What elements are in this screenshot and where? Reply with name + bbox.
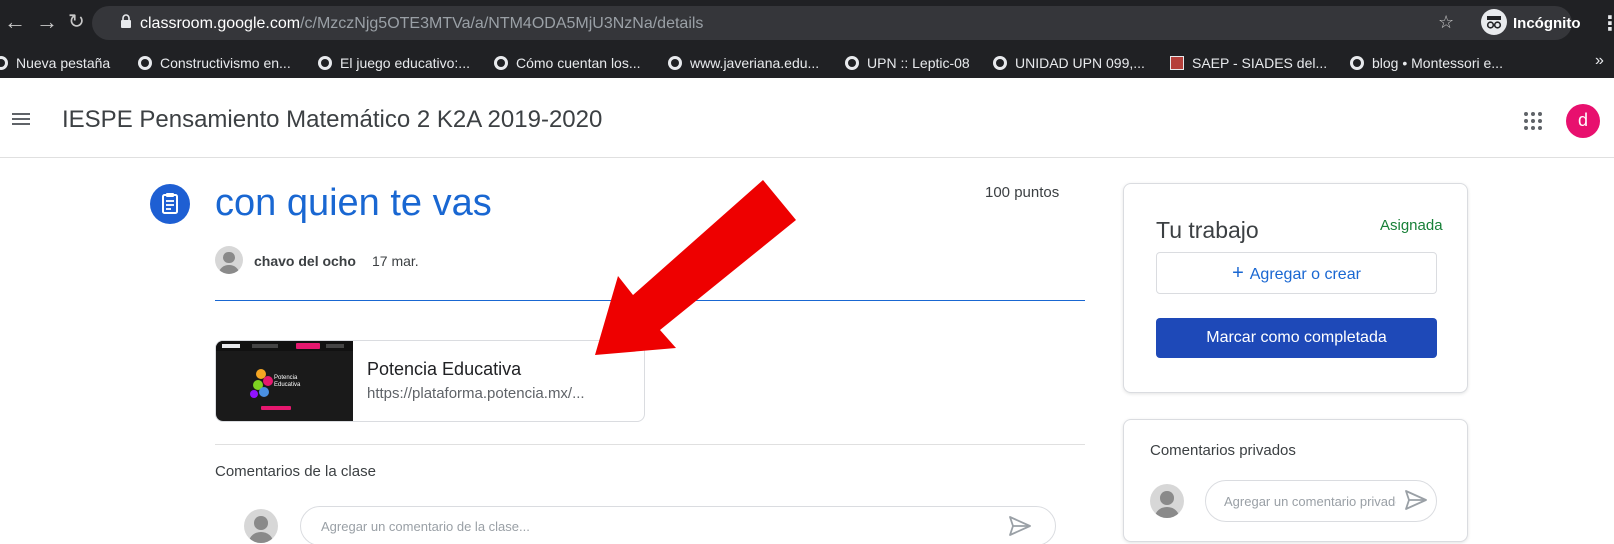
bookmark-item[interactable]: UPN :: Leptic-08 — [845, 54, 970, 71]
author-name: chavo del ocho — [254, 253, 356, 269]
forward-icon[interactable]: → — [36, 10, 58, 34]
globe-icon — [138, 56, 152, 70]
bookmark-item[interactable]: www.javeriana.edu... — [668, 54, 819, 71]
globe-icon — [0, 56, 8, 70]
globe-icon — [993, 56, 1007, 70]
incognito-label[interactable]: Incógnito — [1513, 15, 1581, 32]
add-or-create-button[interactable]: + Agregar o crear — [1156, 252, 1437, 294]
bookmark-item[interactable]: UNIDAD UPN 099,... — [993, 54, 1145, 71]
lock-icon — [121, 14, 131, 28]
menu-icon[interactable] — [12, 113, 30, 125]
comments-divider — [215, 444, 1085, 445]
assignment-title: con quien te vas — [215, 182, 492, 224]
saep-icon — [1170, 56, 1184, 70]
attachment-thumbnail: Potencia Educativa — [216, 341, 353, 421]
private-commenter-avatar — [1150, 484, 1184, 518]
status-badge: Asignada — [1380, 217, 1443, 234]
plus-icon: + — [1232, 262, 1244, 284]
private-comments-card: Comentarios privados — [1123, 419, 1468, 542]
attachment-url[interactable]: https://plataforma.potencia.mx/... — [367, 385, 585, 402]
assignment-icon — [150, 184, 190, 224]
bookmarks-overflow-icon[interactable]: » — [1595, 52, 1604, 70]
globe-icon — [318, 56, 332, 70]
globe-icon — [668, 56, 682, 70]
browser-toolbar: ← → ↻ classroom.google.com/c/MzczNjg5OTE… — [0, 0, 1614, 44]
bookmark-item[interactable]: SAEP - SIADES del... — [1170, 54, 1327, 71]
browser-menu-icon[interactable]: ⋮ — [1600, 11, 1614, 36]
post-date: 17 mar. — [372, 253, 419, 269]
bookmark-item[interactable]: blog • Montessori e... — [1350, 54, 1503, 71]
author-avatar — [215, 246, 243, 274]
attachment-card[interactable]: Potencia Educativa Potencia Educativa htt… — [215, 340, 645, 422]
back-icon[interactable]: ← — [4, 10, 26, 34]
your-work-card: Tu trabajo Asignada + Agregar o crear Mar… — [1123, 183, 1468, 393]
attachment-title[interactable]: Potencia Educativa — [367, 359, 521, 380]
add-or-create-label: Agregar o crear — [1249, 266, 1361, 283]
bookmark-star-icon[interactable]: ☆ — [1438, 12, 1454, 33]
thumb-brand-text: Potencia Educativa — [274, 375, 301, 388]
url-host: classroom.google.com — [140, 15, 301, 32]
title-divider — [215, 300, 1085, 301]
send-icon[interactable] — [1404, 489, 1428, 511]
globe-icon — [494, 56, 508, 70]
your-work-title: Tu trabajo — [1156, 217, 1259, 243]
class-title[interactable]: IESPE Pensamiento Matemático 2 K2A 2019-… — [62, 106, 602, 134]
globe-icon — [845, 56, 859, 70]
bookmark-item[interactable]: El juego educativo:... — [318, 54, 470, 71]
bookmark-item[interactable]: Nueva pestaña — [0, 54, 110, 71]
class-comments-label: Comentarios de la clase — [215, 463, 376, 480]
bookmark-item[interactable]: Constructivismo en... — [138, 54, 291, 71]
private-comments-label: Comentarios privados — [1150, 442, 1296, 459]
bookmarks-bar: Nueva pestaña Constructivismo en... El j… — [0, 44, 1614, 78]
private-comment-input[interactable] — [1205, 480, 1437, 522]
classroom-header: IESPE Pensamiento Matemático 2 K2A 2019-… — [0, 78, 1614, 158]
mark-complete-button[interactable]: Marcar como completada — [1156, 318, 1437, 358]
account-avatar[interactable]: d — [1566, 104, 1600, 138]
bookmark-item[interactable]: Cómo cuentan los... — [494, 54, 641, 71]
class-comment-input[interactable] — [300, 506, 1056, 544]
incognito-icon[interactable] — [1481, 9, 1507, 35]
send-icon[interactable] — [1008, 515, 1032, 537]
url-text[interactable]: classroom.google.com/c/MzczNjg5OTE3MTVa/… — [140, 15, 703, 33]
commenter-avatar — [244, 509, 278, 543]
globe-icon — [1350, 56, 1364, 70]
reload-icon[interactable]: ↻ — [68, 10, 85, 34]
assignment-points: 100 puntos — [985, 184, 1060, 201]
url-path: /c/MzczNjg5OTE3MTVa/a/NTM4ODA5MjU3NzNa/d… — [300, 15, 704, 32]
google-apps-icon[interactable] — [1524, 112, 1542, 130]
